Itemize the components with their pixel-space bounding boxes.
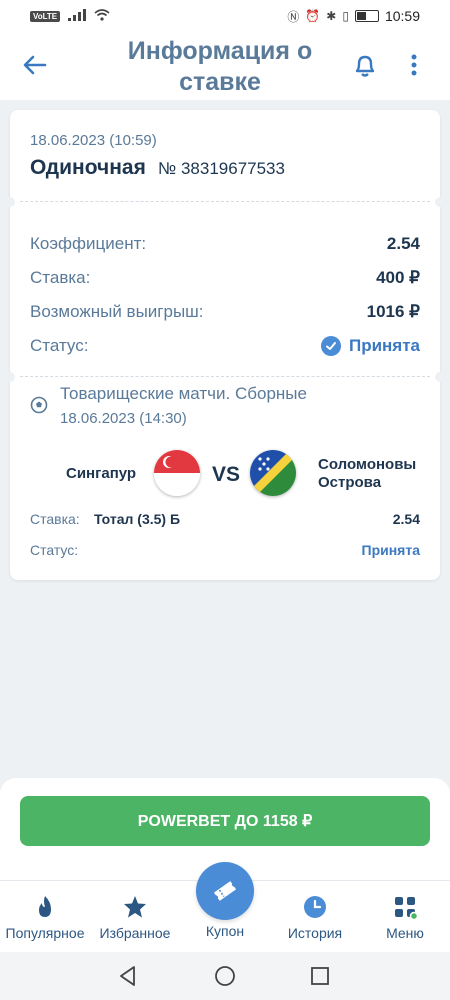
- tab-favorites[interactable]: Избранное: [90, 881, 180, 953]
- bet-date: 18.06.2023 (10:59): [30, 132, 157, 149]
- football-icon: [30, 396, 48, 414]
- event-status-value: Принята: [361, 542, 421, 558]
- bluetooth-icon: ✱: [326, 9, 337, 23]
- ticket-notch: [435, 197, 445, 207]
- page-title: Информация о ставке: [127, 37, 313, 96]
- tab-coupon[interactable]: [196, 862, 254, 920]
- tab-favorites-label: Избранное: [99, 925, 171, 941]
- away-team: Соломоновы Острова: [318, 456, 417, 491]
- more-options-icon[interactable]: [404, 50, 424, 80]
- bet-card: 18.06.2023 (10:59) Одиночная № 383196775…: [5, 110, 445, 580]
- flame-icon: [31, 893, 59, 921]
- coefficient-row: Коэффициент: 2.54: [30, 232, 420, 256]
- status-label: Статус:: [30, 336, 89, 355]
- stake-label: Ставка:: [30, 268, 91, 287]
- possible-win-row: Возможный выигрыш: 1016 ₽: [30, 300, 420, 324]
- stake-value: 400 ₽: [376, 268, 420, 287]
- tab-menu[interactable]: Меню: [360, 881, 450, 953]
- nav-recents-icon[interactable]: [308, 964, 332, 988]
- event-stake-label: Ставка:: [30, 511, 80, 527]
- status-value: Принята: [320, 336, 420, 356]
- status-text: Принята: [348, 336, 420, 355]
- tab-popular[interactable]: Популярное: [0, 881, 90, 953]
- battery-icon: [354, 10, 379, 22]
- wifi-icon: [94, 8, 110, 24]
- home-team: Сингапур: [66, 465, 137, 482]
- tab-history-label: История: [287, 925, 343, 941]
- powerbet-button[interactable]: POWERBET ДО 1158 ₽: [20, 796, 430, 846]
- divider: [20, 201, 430, 202]
- bell-icon[interactable]: [350, 50, 380, 80]
- coefficient-label: Коэффициент:: [30, 234, 147, 253]
- event-status-label: Статус:: [30, 542, 79, 558]
- event-market: Тотал (3.5) Б: [94, 511, 181, 527]
- ticket-notch: [435, 372, 445, 382]
- clock: 10:59: [384, 8, 420, 24]
- nav-home-icon[interactable]: [213, 964, 237, 988]
- check-circle-icon: [320, 336, 341, 356]
- clock-icon: [301, 893, 329, 921]
- nfc-icon: Ⓝ: [287, 9, 300, 24]
- possible-win-value: 1016 ₽: [366, 302, 420, 321]
- volte-badge: VoLTE: [30, 10, 61, 22]
- tab-menu-label: Меню: [386, 925, 424, 941]
- menu-grid-icon: [391, 893, 419, 921]
- solomon-islands-flag-icon: [250, 450, 296, 496]
- star-icon: [121, 893, 149, 921]
- stake-row: Ставка: 400 ₽: [30, 266, 420, 290]
- league-name: Товарищеские матчи. Сборные: [60, 384, 307, 403]
- app-header: Информация о ставке: [0, 32, 450, 100]
- divider: [20, 376, 430, 377]
- vibrate-icon: ▯: [342, 9, 349, 23]
- bet-number: № 38319677533: [158, 159, 285, 178]
- versus-label: VS: [212, 463, 241, 486]
- ticket-icon: [213, 881, 237, 901]
- tab-history[interactable]: История: [270, 881, 360, 953]
- singapore-flag-icon: [154, 450, 200, 496]
- ticket-notch: [5, 197, 15, 207]
- system-nav-bar: [0, 952, 450, 1000]
- status-bar: VoLTE Ⓝ ⏰ ✱ ▯ 10:59: [0, 0, 450, 32]
- coefficient-value: 2.54: [386, 234, 420, 253]
- back-arrow-icon[interactable]: [20, 50, 50, 80]
- tab-popular-label: Популярное: [5, 925, 85, 941]
- event-odds: 2.54: [392, 511, 420, 527]
- bet-type: Одиночная: [30, 156, 146, 179]
- possible-win-label: Возможный выигрыш:: [30, 302, 204, 321]
- status-row: Статус: Принята: [30, 334, 420, 358]
- match-date: 18.06.2023 (14:30): [60, 410, 187, 427]
- ticket-notch: [5, 372, 15, 382]
- tab-coupon-label: Купон: [205, 923, 245, 939]
- nav-back-icon[interactable]: [116, 964, 140, 988]
- signal-icon: [68, 8, 87, 24]
- alarm-icon: ⏰: [305, 9, 321, 23]
